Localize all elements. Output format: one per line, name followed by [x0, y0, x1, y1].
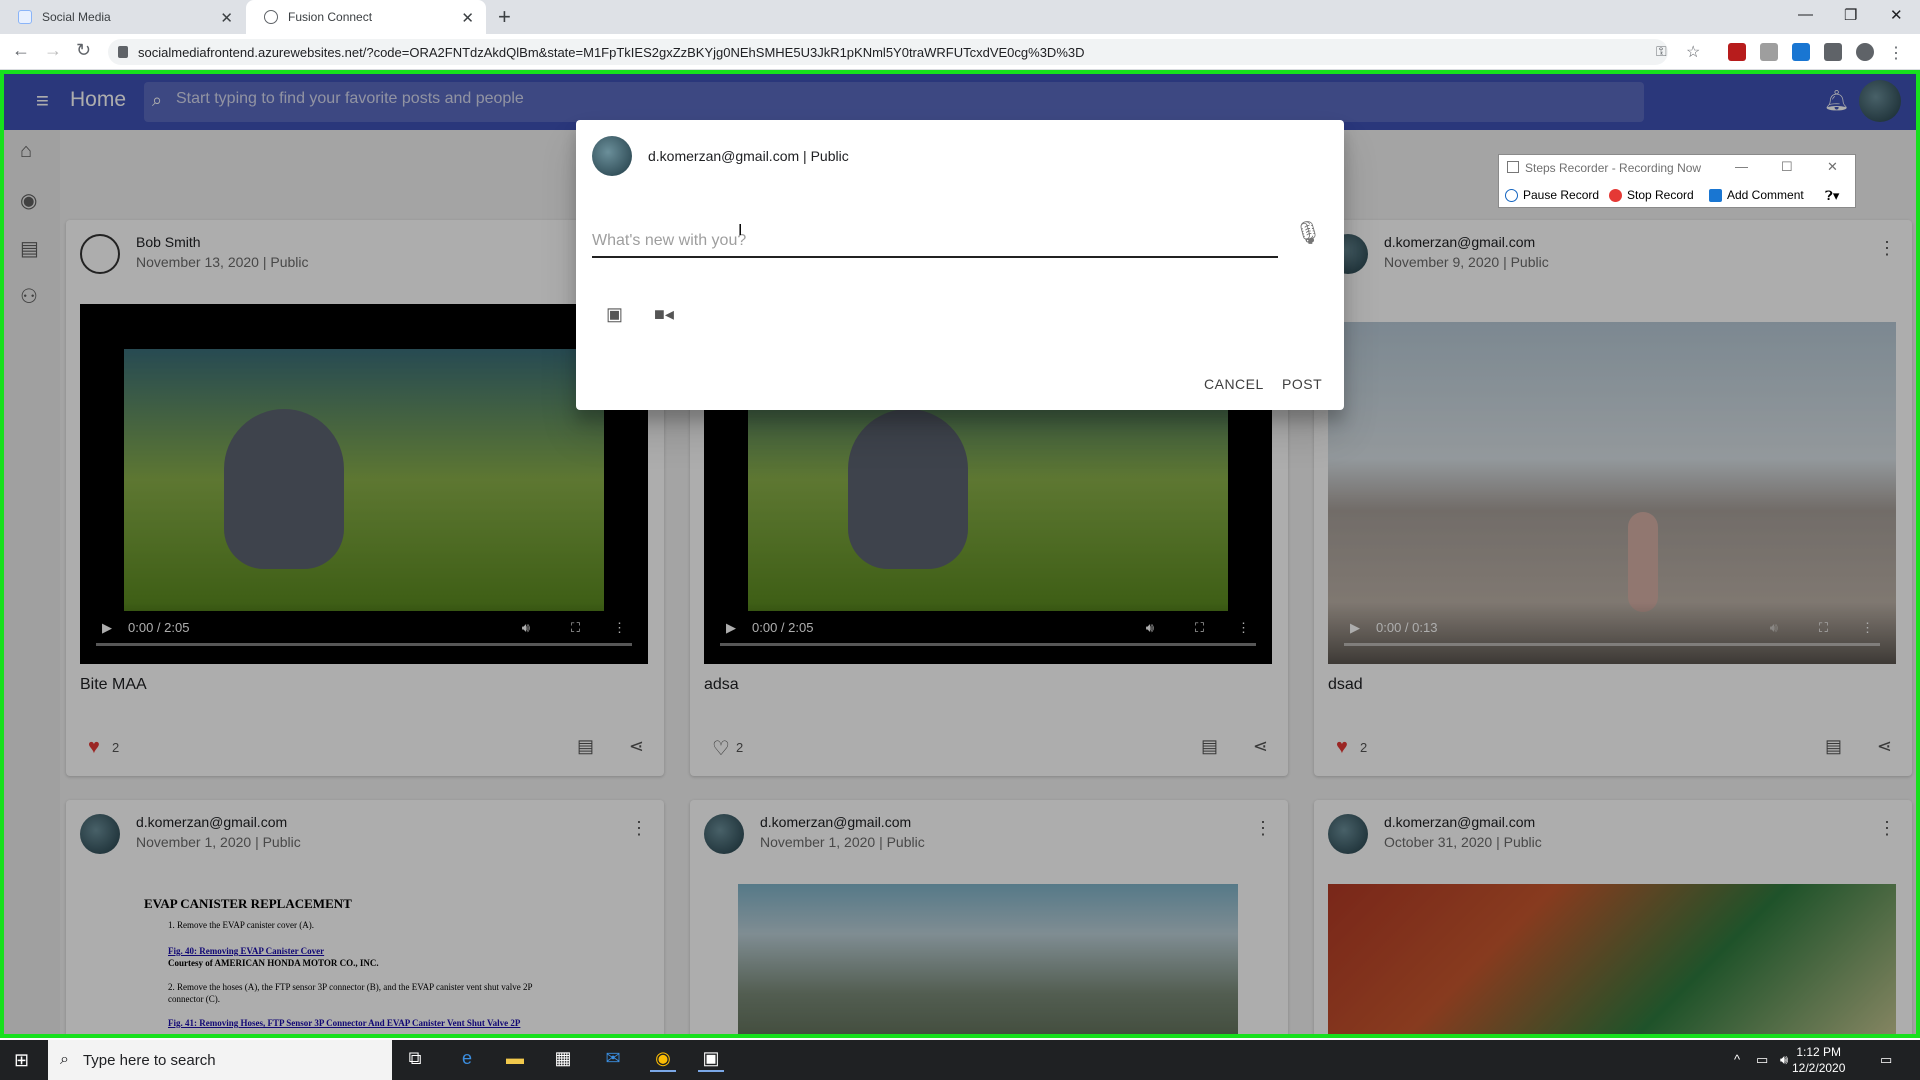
- comment-icon: [1709, 188, 1722, 202]
- star-icon[interactable]: ☆: [1686, 42, 1700, 62]
- new-tab-icon[interactable]: +: [498, 4, 511, 30]
- add-comment-button[interactable]: Add Comment: [1709, 188, 1804, 202]
- windows-taskbar: ⊞ ⌕ Type here to search ⧉ e ▬ ▦ ✉ ◉ ▣ ^ …: [0, 1040, 1920, 1080]
- window-title: Steps Recorder - Recording Now: [1525, 161, 1702, 175]
- button-label: Add Comment: [1727, 188, 1804, 202]
- close-tab-icon[interactable]: ✕: [220, 9, 233, 27]
- cancel-button[interactable]: CANCEL: [1204, 376, 1264, 392]
- taskbar-search-placeholder: Type here to search: [82, 1051, 216, 1069]
- globe-icon: [264, 10, 278, 24]
- dialog-user-label: d.komerzan@gmail.com | Public: [648, 148, 849, 164]
- profile-icon[interactable]: [1856, 43, 1874, 61]
- mail-icon[interactable]: ✉: [600, 1048, 626, 1072]
- page-icon: [18, 10, 32, 24]
- volume-icon[interactable]: 🔊︎: [1780, 1052, 1788, 1068]
- back-icon[interactable]: ←: [12, 40, 30, 61]
- taskbar-search[interactable]: ⌕ Type here to search: [48, 1040, 392, 1080]
- button-label: Pause Record: [1523, 188, 1600, 202]
- forward-icon[interactable]: →: [44, 40, 62, 61]
- stop-icon: [1609, 188, 1622, 202]
- steps-recorder-taskbar-icon[interactable]: ▣: [698, 1048, 724, 1072]
- close-tab-icon[interactable]: ✕: [461, 9, 474, 27]
- chrome-icon[interactable]: ◉: [650, 1048, 676, 1072]
- edge-icon[interactable]: e: [454, 1048, 480, 1072]
- maximize-icon[interactable]: ☐: [1781, 159, 1793, 175]
- search-icon: ⌕: [60, 1051, 69, 1068]
- minimize-icon[interactable]: —: [1798, 6, 1813, 23]
- restore-icon[interactable]: ❐: [1844, 6, 1857, 24]
- new-post-dialog: d.komerzan@gmail.com | Public 🎙︎ ▣ ■◂ CA…: [576, 120, 1344, 410]
- clock-date: 12/2/2020: [1792, 1061, 1846, 1075]
- network-icon[interactable]: ▭: [1756, 1052, 1768, 1068]
- pause-icon: [1505, 188, 1518, 202]
- video-camera-icon[interactable]: ■◂: [654, 304, 674, 325]
- browser-tab-strip: Social Media ✕ Fusion Connect ✕ + — ❐ ✕: [0, 0, 1920, 34]
- extensions-icon[interactable]: [1824, 43, 1842, 61]
- steps-recorder-window: Steps Recorder - Recording Now — ☐ ✕ Pau…: [1498, 154, 1856, 208]
- s-extension-icon[interactable]: [1792, 43, 1810, 61]
- file-explorer-icon[interactable]: ▬: [502, 1048, 528, 1072]
- minimize-icon[interactable]: —: [1735, 159, 1748, 174]
- app-icon: [1507, 161, 1519, 173]
- post-text-input[interactable]: [592, 228, 1278, 258]
- browser-menu-icon[interactable]: ⋮: [1888, 43, 1906, 62]
- text-cursor-icon: I: [738, 222, 743, 239]
- tab-social-media[interactable]: Social Media ✕: [0, 0, 245, 34]
- reload-icon[interactable]: ↻: [76, 40, 91, 61]
- close-window-icon[interactable]: ✕: [1890, 6, 1903, 24]
- system-clock[interactable]: 1:12 PM 12/2/2020: [1792, 1044, 1845, 1076]
- lock-icon: [118, 46, 128, 58]
- tab-fusion-connect[interactable]: Fusion Connect ✕: [246, 0, 486, 34]
- close-icon[interactable]: ✕: [1827, 159, 1838, 175]
- address-bar[interactable]: socialmediafrontend.azurewebsites.net/?c…: [108, 39, 1668, 65]
- image-icon[interactable]: ▣: [606, 304, 623, 325]
- microphone-icon[interactable]: 🎙︎: [1294, 220, 1322, 246]
- post-button[interactable]: POST: [1282, 376, 1322, 392]
- browser-toolbar: ← → ↻ socialmediafrontend.azurewebsites.…: [0, 34, 1920, 70]
- chevron-up-icon[interactable]: ^: [1734, 1052, 1740, 1067]
- tab-label: Fusion Connect: [288, 10, 373, 24]
- notification-center-icon[interactable]: ▭: [1880, 1052, 1892, 1068]
- store-icon[interactable]: ▦: [550, 1048, 576, 1072]
- windows-start-icon[interactable]: ⊞: [14, 1050, 29, 1071]
- pause-record-button[interactable]: Pause Record: [1505, 188, 1599, 202]
- task-view-icon[interactable]: ⧉: [402, 1048, 428, 1072]
- key-icon[interactable]: ⚿: [1656, 43, 1667, 60]
- url-text: socialmediafrontend.azurewebsites.net/?c…: [138, 44, 1085, 60]
- w-extension-icon[interactable]: [1760, 43, 1778, 61]
- button-label: Stop Record: [1627, 188, 1694, 202]
- clock-time: 1:12 PM: [1796, 1045, 1842, 1059]
- stop-record-button[interactable]: Stop Record: [1609, 188, 1694, 202]
- avatar: [592, 136, 632, 176]
- tab-label: Social Media: [42, 10, 111, 24]
- ublock-extension-icon[interactable]: [1728, 43, 1746, 61]
- help-icon[interactable]: ❓︎▾: [1825, 188, 1839, 204]
